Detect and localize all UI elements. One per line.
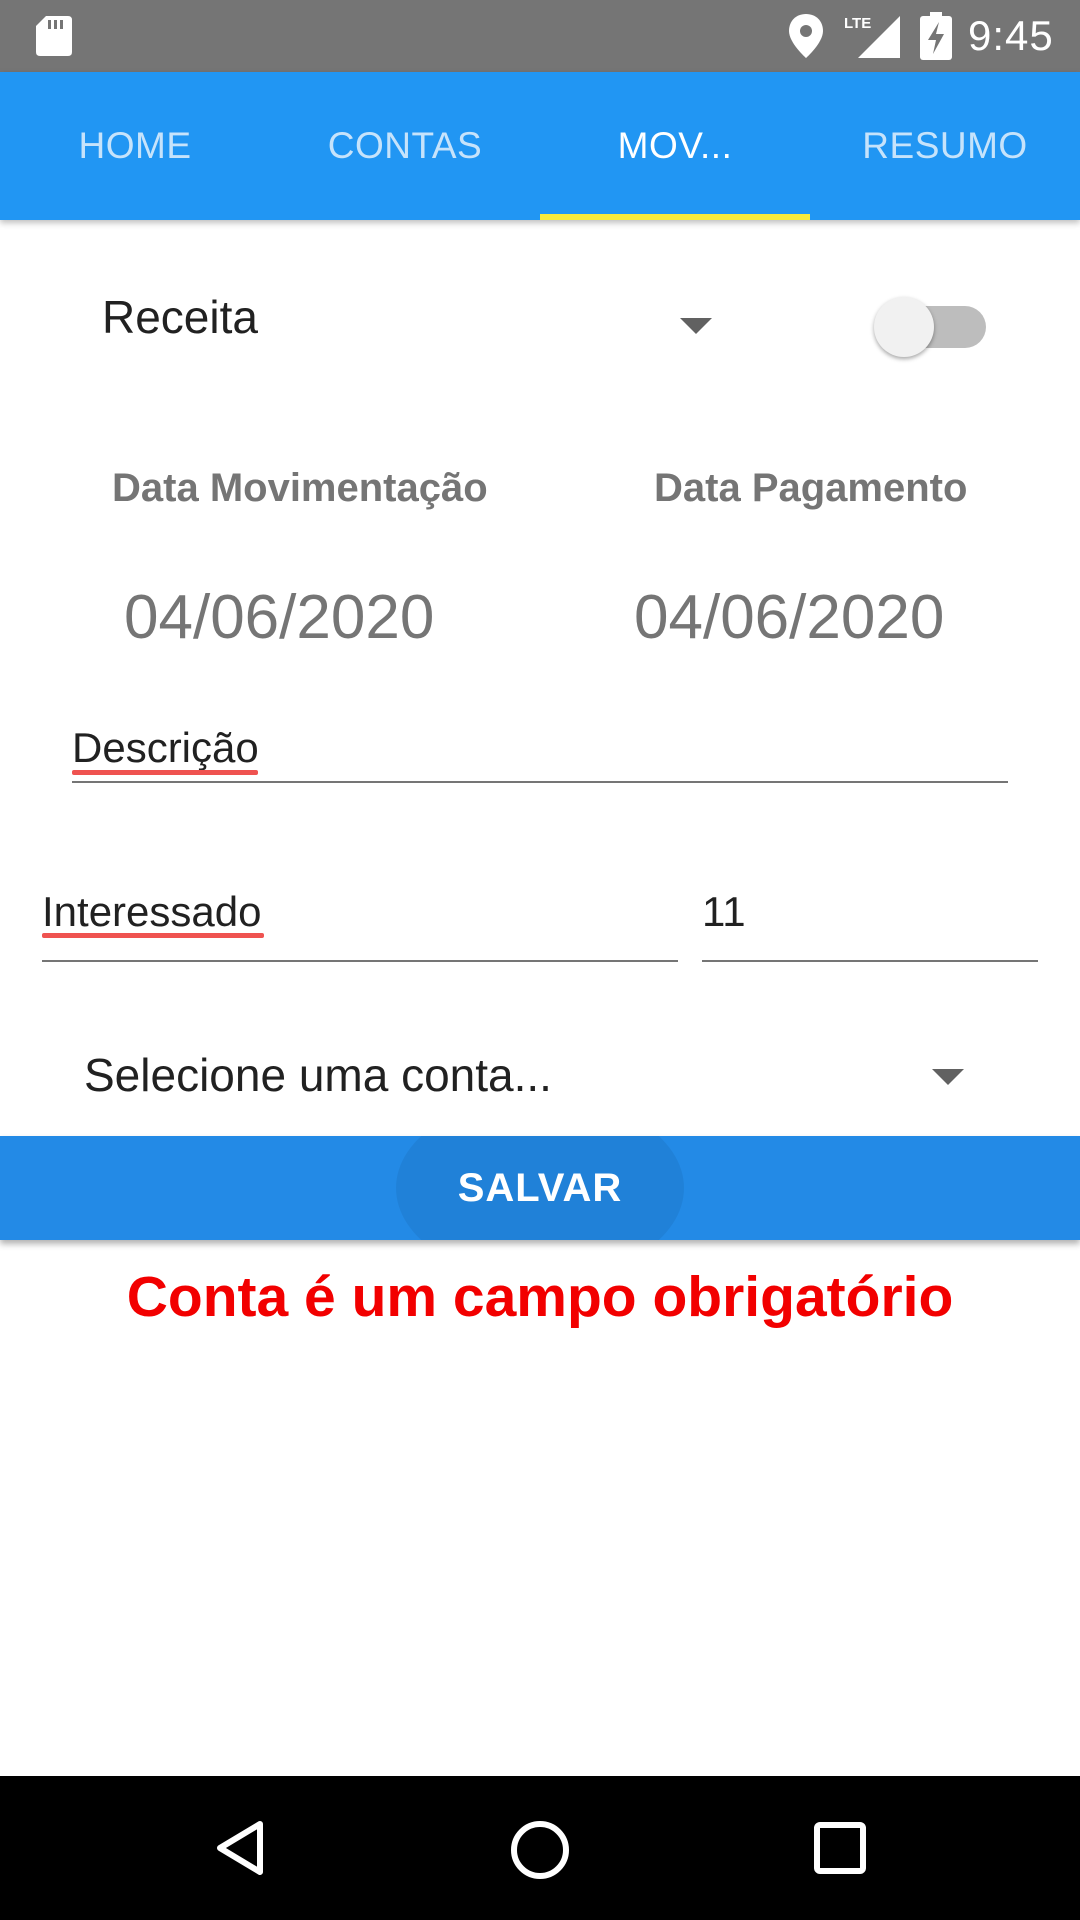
location-icon [789,14,823,58]
tab-contas[interactable]: CONTAS [270,72,540,220]
network-type-label: LTE [844,15,871,32]
type-dropdown-value: Receita [102,291,258,343]
validation-error-message: Conta é um campo obrigatório [126,1265,954,1329]
active-tab-indicator [540,214,810,220]
tab-resumo[interactable]: RESUMO [810,72,1080,220]
spellcheck-underline [72,770,258,775]
tab-movimentacao[interactable]: MOV... [540,72,810,220]
sd-card-icon [36,16,72,56]
number-underline [702,960,1038,962]
descricao-underline [72,781,1008,783]
toggle-thumb [874,297,934,357]
data-movimentacao-label: Data Movimentação [112,466,488,510]
data-movimentacao-picker[interactable]: 04/06/2020 [124,582,434,653]
data-pagamento-label: Data Pagamento [654,466,968,510]
interessado-underline [42,960,678,962]
tab-home[interactable]: HOME [0,72,270,220]
tab-bar: HOME CONTAS MOV... RESUMO [0,72,1080,220]
battery-charging-icon [920,12,952,60]
save-button[interactable]: SALVAR [0,1136,1080,1240]
back-icon[interactable] [210,1818,270,1878]
status-time: 9:45 [968,12,1054,59]
home-icon[interactable] [508,1818,572,1882]
save-button-label: SALVAR [457,1165,623,1210]
signal-icon: LTE [844,15,900,58]
spellcheck-underline [42,933,264,938]
dropdown-arrow-icon [932,1069,964,1085]
dropdown-arrow-icon [680,318,712,334]
data-pagamento-picker[interactable]: 04/06/2020 [634,582,944,653]
status-bar: LTE 9:45 [0,0,1080,72]
number-input-value: 11 [702,888,746,935]
interessado-input-value: Interessado [42,888,262,935]
account-dropdown-value: Selecione uma conta... [84,1049,552,1101]
descricao-input-value: Descrição [72,724,259,771]
recents-icon[interactable] [812,1820,868,1876]
